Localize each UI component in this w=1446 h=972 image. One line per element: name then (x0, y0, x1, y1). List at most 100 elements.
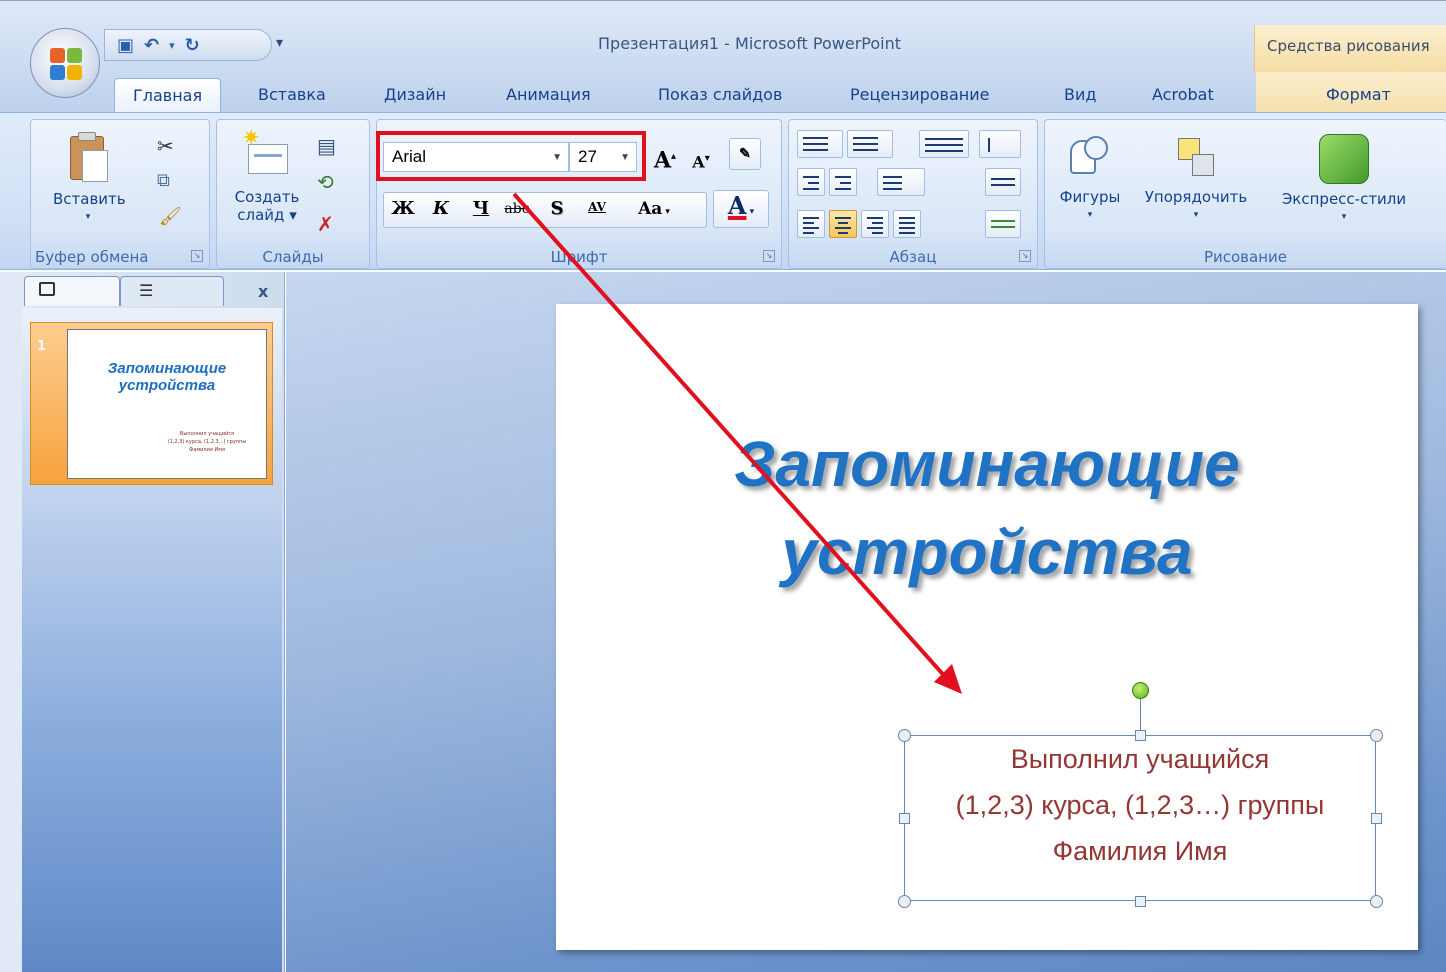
char-spacing-button[interactable]: AV (581, 192, 613, 224)
shapes-button[interactable]: Фигуры ▾ (1053, 134, 1127, 224)
subtitle-placeholder[interactable]: Выполнил учащийся (1,2,3) курса, (1,2,3…… (904, 735, 1376, 901)
arrange-icon (1174, 134, 1218, 182)
close-icon[interactable]: x (258, 282, 268, 301)
change-case-button[interactable]: Aa ▾ (629, 194, 679, 226)
font-color-button[interactable]: A ▾ (713, 190, 769, 228)
group-drawing: Фигуры ▾ Упорядочить ▾ Экспресс-стили ▾ … (1044, 119, 1446, 269)
text-direction-icon[interactable] (979, 130, 1021, 158)
outline-icon: ☰ (139, 281, 154, 300)
tab-design[interactable]: Дизайн (384, 78, 446, 112)
group-label-slides: Слайды (262, 248, 324, 266)
tab-acrobat[interactable]: Acrobat (1152, 78, 1214, 112)
align-right-icon[interactable] (861, 210, 889, 238)
office-button[interactable] (30, 28, 100, 98)
arrange-button[interactable]: Упорядочить ▾ (1131, 134, 1261, 224)
title-bar: ▣ ↶ ▾ ↻ ▾ Презентация1 - Microsoft Power… (0, 0, 1446, 73)
group-label-clipboard: Буфер обмена (35, 248, 149, 266)
reset-icon[interactable]: ⟲ (317, 170, 341, 194)
new-slide-button[interactable]: ✷ Создать слайд ▾ (227, 128, 307, 225)
thumb-subtitle: Выполнил учащийся (1,2,3) курса, (1,2,3.… (167, 431, 247, 453)
copy-icon[interactable]: ⧉ (157, 170, 181, 194)
increase-indent-icon[interactable] (829, 168, 857, 196)
tab-review[interactable]: Рецензирование (850, 78, 989, 112)
customize-qat-icon[interactable]: ▾ (276, 35, 283, 51)
subtitle-line-1: Выполнил учащийся (1010, 744, 1270, 774)
italic-button[interactable]: К (425, 194, 457, 226)
decrease-indent-icon[interactable] (797, 168, 825, 196)
group-slides: ✷ Создать слайд ▾ ▤ ⟲ ✗ Слайды (216, 119, 370, 269)
contextual-tab-title: Средства рисования (1254, 25, 1446, 73)
justify-icon[interactable] (893, 210, 921, 238)
group-label-paragraph: Абзац (889, 248, 937, 266)
subtitle-line-2: (1,2,3) курса, (1,2,3…) группы (955, 790, 1325, 820)
delete-slide-icon[interactable]: ✗ (317, 212, 341, 236)
bullets-icon[interactable] (797, 130, 843, 158)
group-paragraph: Абзац ↘ (788, 119, 1038, 269)
tab-home[interactable]: Главная (114, 78, 222, 112)
slide-number: 1 (37, 339, 47, 354)
resize-handle-left[interactable] (899, 813, 910, 824)
layout-icon[interactable]: ▤ (317, 134, 341, 158)
tab-outline[interactable]: ☰ (120, 276, 224, 306)
arrange-label: Упорядочить (1144, 188, 1248, 206)
paste-button[interactable]: Вставить ▾ (53, 132, 126, 226)
slide-title[interactable]: Запоминающие устройства (556, 420, 1418, 596)
group-clipboard: Вставить ▾ ✂ ⧉ 🖌 Буфер обмена ↘ (30, 119, 210, 269)
group-label-font: Шрифт (550, 248, 608, 266)
strikethrough-button[interactable]: abc (501, 194, 533, 226)
tab-format[interactable]: Формат (1256, 72, 1446, 112)
bold-button[interactable]: Ж (387, 194, 419, 226)
office-button-icon (50, 48, 82, 80)
redo-icon[interactable]: ↻ (185, 35, 200, 56)
quick-styles-button[interactable]: Экспресс-стили ▾ (1269, 134, 1419, 226)
rotation-handle[interactable] (1132, 682, 1149, 699)
slide-thumb-icon (39, 282, 55, 296)
quick-access-toolbar: ▣ ↶ ▾ ↻ (104, 29, 272, 61)
new-slide-label-2: слайд (237, 206, 285, 224)
tab-insert[interactable]: Вставка (258, 78, 326, 112)
font-dialog-launcher[interactable]: ↘ (763, 250, 775, 262)
tab-animation[interactable]: Анимация (506, 78, 591, 112)
clear-formatting-icon[interactable]: ✎ (729, 138, 761, 170)
new-slide-label-1: Создать (234, 188, 300, 206)
resize-handle-top[interactable] (1135, 730, 1146, 741)
window-title: Презентация1 - Microsoft PowerPoint (598, 34, 902, 53)
resize-handle-top-right[interactable] (1370, 729, 1383, 742)
undo-dropdown-icon[interactable]: ▾ (169, 39, 175, 52)
grow-font-button[interactable]: A▴ (649, 142, 681, 174)
ribbon-tabs: Главная Вставка Дизайн Анимация Показ сл… (0, 72, 1446, 112)
format-painter-icon[interactable]: 🖌 (159, 206, 183, 230)
resize-handle-bottom-left[interactable] (898, 895, 911, 908)
tab-view[interactable]: Вид (1064, 78, 1096, 112)
rotation-handle-line (1140, 698, 1141, 734)
align-text-icon[interactable] (985, 168, 1021, 196)
shapes-label: Фигуры (1059, 188, 1121, 206)
cut-icon[interactable]: ✂ (157, 134, 181, 158)
align-center-icon[interactable] (829, 210, 857, 238)
resize-handle-bottom-right[interactable] (1370, 895, 1383, 908)
align-left-icon[interactable] (797, 210, 825, 238)
resize-handle-right[interactable] (1371, 813, 1382, 824)
underline-button[interactable]: Ч (465, 194, 497, 226)
smartart-icon[interactable] (985, 210, 1021, 238)
ribbon: Вставить ▾ ✂ ⧉ 🖌 Буфер обмена ↘ ✷ Создат… (0, 112, 1446, 270)
tab-slides-thumbnails[interactable] (24, 276, 120, 306)
resize-handle-bottom[interactable] (1135, 896, 1146, 907)
undo-icon[interactable]: ↶ (144, 35, 159, 56)
slide-thumbnail-1[interactable]: 1 Запоминающие устройства Выполнил учащи… (30, 322, 273, 485)
numbering-icon[interactable] (847, 130, 893, 158)
resize-handle-top-left[interactable] (898, 729, 911, 742)
paragraph-dialog-launcher[interactable]: ↘ (1019, 250, 1031, 262)
quick-styles-icon (1319, 134, 1369, 184)
shadow-button[interactable]: S (541, 194, 573, 226)
save-icon[interactable]: ▣ (117, 35, 134, 56)
slide-thumbnail-preview: Запоминающие устройства Выполнил учащийс… (67, 329, 267, 479)
shapes-icon (1068, 134, 1112, 182)
quick-styles-label: Экспресс-стили (1281, 190, 1407, 208)
subtitle-line-3: Фамилия Имя (1052, 836, 1228, 866)
line-spacing-icon[interactable] (919, 130, 969, 158)
clipboard-dialog-launcher[interactable]: ↘ (191, 250, 203, 262)
shrink-font-button[interactable]: A▾ (685, 144, 717, 176)
tab-slideshow[interactable]: Показ слайдов (658, 78, 782, 112)
columns-icon[interactable] (877, 168, 925, 196)
